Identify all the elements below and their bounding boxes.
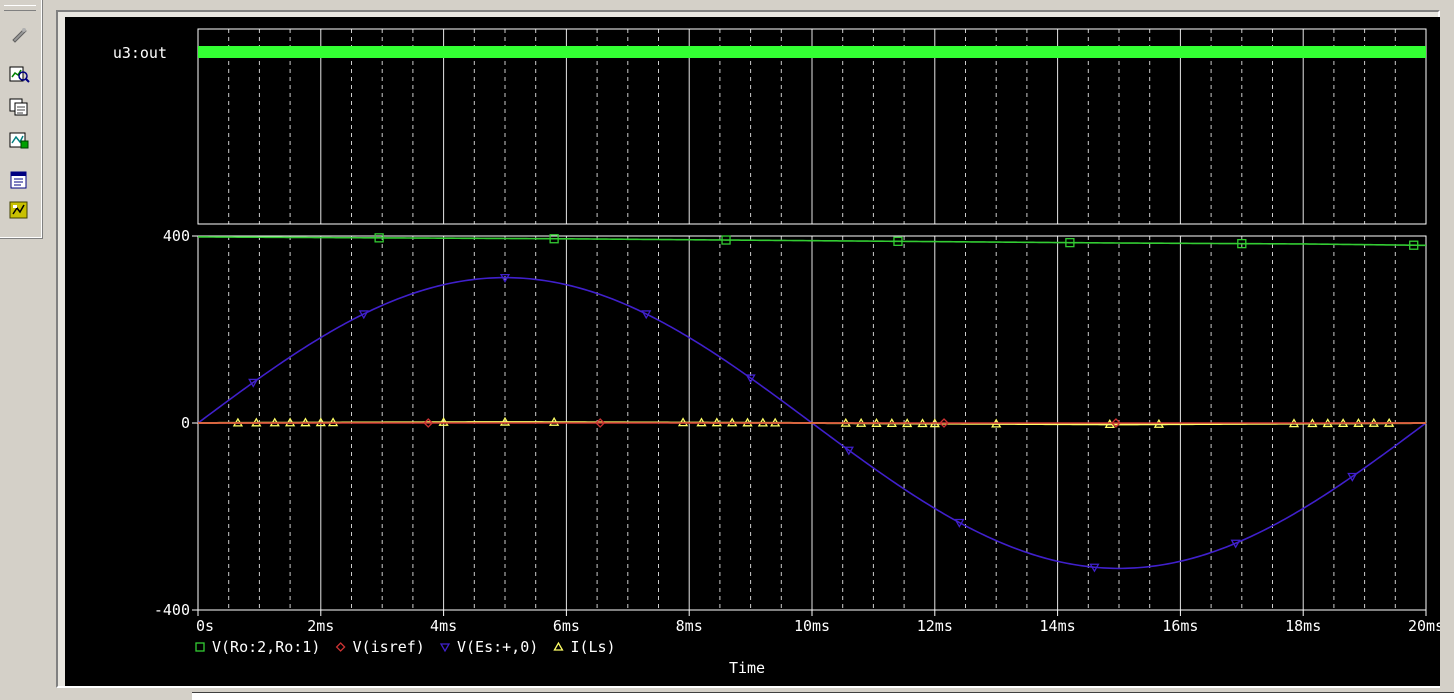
digital-signal-label: u3:out bbox=[113, 44, 167, 62]
zoom-fit-icon[interactable] bbox=[6, 62, 32, 86]
x-tick-label: 2ms bbox=[307, 617, 334, 635]
x-tick-label: 12ms bbox=[917, 617, 953, 635]
legend-entry-v-ro-2-ro-1: V(Ro:2,Ro:1) bbox=[195, 638, 320, 656]
legend-marker-v-ro-2-ro-1 bbox=[195, 642, 205, 652]
x-tick-label: 0s bbox=[196, 617, 214, 635]
mark-data-icon[interactable] bbox=[6, 198, 32, 222]
x-tick-label: 4ms bbox=[430, 617, 457, 635]
legend-entry-i-ls: I(Ls) bbox=[553, 638, 616, 656]
x-tick-label: 8ms bbox=[676, 617, 703, 635]
plot-area[interactable]: u3:out 400 0 -400 0s 2ms 4ms 6ms 8ms 10ms 12ms 14ms… bbox=[65, 17, 1440, 686]
probe-icon[interactable] bbox=[6, 22, 32, 46]
y-tick-label: -400 bbox=[154, 601, 190, 619]
toolbar-grip[interactable] bbox=[4, 5, 36, 11]
y-tick-label: 0 bbox=[181, 414, 190, 432]
copy-plot-icon[interactable] bbox=[6, 95, 32, 119]
legend-marker-i-ls bbox=[553, 641, 564, 651]
legend-label-v-es-0: V(Es:+,0) bbox=[457, 638, 538, 656]
digital-signal-bar bbox=[198, 46, 1426, 58]
legend-marker-v-es-0 bbox=[439, 643, 451, 653]
plot-list-icon[interactable] bbox=[6, 168, 32, 192]
x-tick-label: 20ms bbox=[1408, 617, 1440, 635]
x-tick-label: 6ms bbox=[553, 617, 580, 635]
legend-label-v-isref: V(isref) bbox=[353, 638, 425, 656]
x-axis-label: Time bbox=[729, 659, 765, 677]
x-tick-label: 18ms bbox=[1285, 617, 1321, 635]
legend-entry-v-isref: V(isref) bbox=[335, 638, 425, 656]
legend-entry-v-es-0: V(Es:+,0) bbox=[439, 638, 538, 656]
plot-toolbar bbox=[0, 0, 43, 239]
x-tick-label: 16ms bbox=[1162, 617, 1198, 635]
legend-label-i-ls: I(Ls) bbox=[570, 638, 615, 656]
legend-marker-v-isref bbox=[335, 642, 346, 652]
x-tick-label: 14ms bbox=[1040, 617, 1076, 635]
y-tick-label: 400 bbox=[163, 227, 190, 245]
legend-label-v-ro-2-ro-1: V(Ro:2,Ro:1) bbox=[212, 638, 320, 656]
x-tick-label: 10ms bbox=[794, 617, 830, 635]
add-trace-icon[interactable] bbox=[6, 128, 32, 152]
probe-chart[interactable]: u3:out 400 0 -400 0s 2ms 4ms 6ms 8ms 10ms 12ms 14ms… bbox=[65, 17, 1440, 686]
